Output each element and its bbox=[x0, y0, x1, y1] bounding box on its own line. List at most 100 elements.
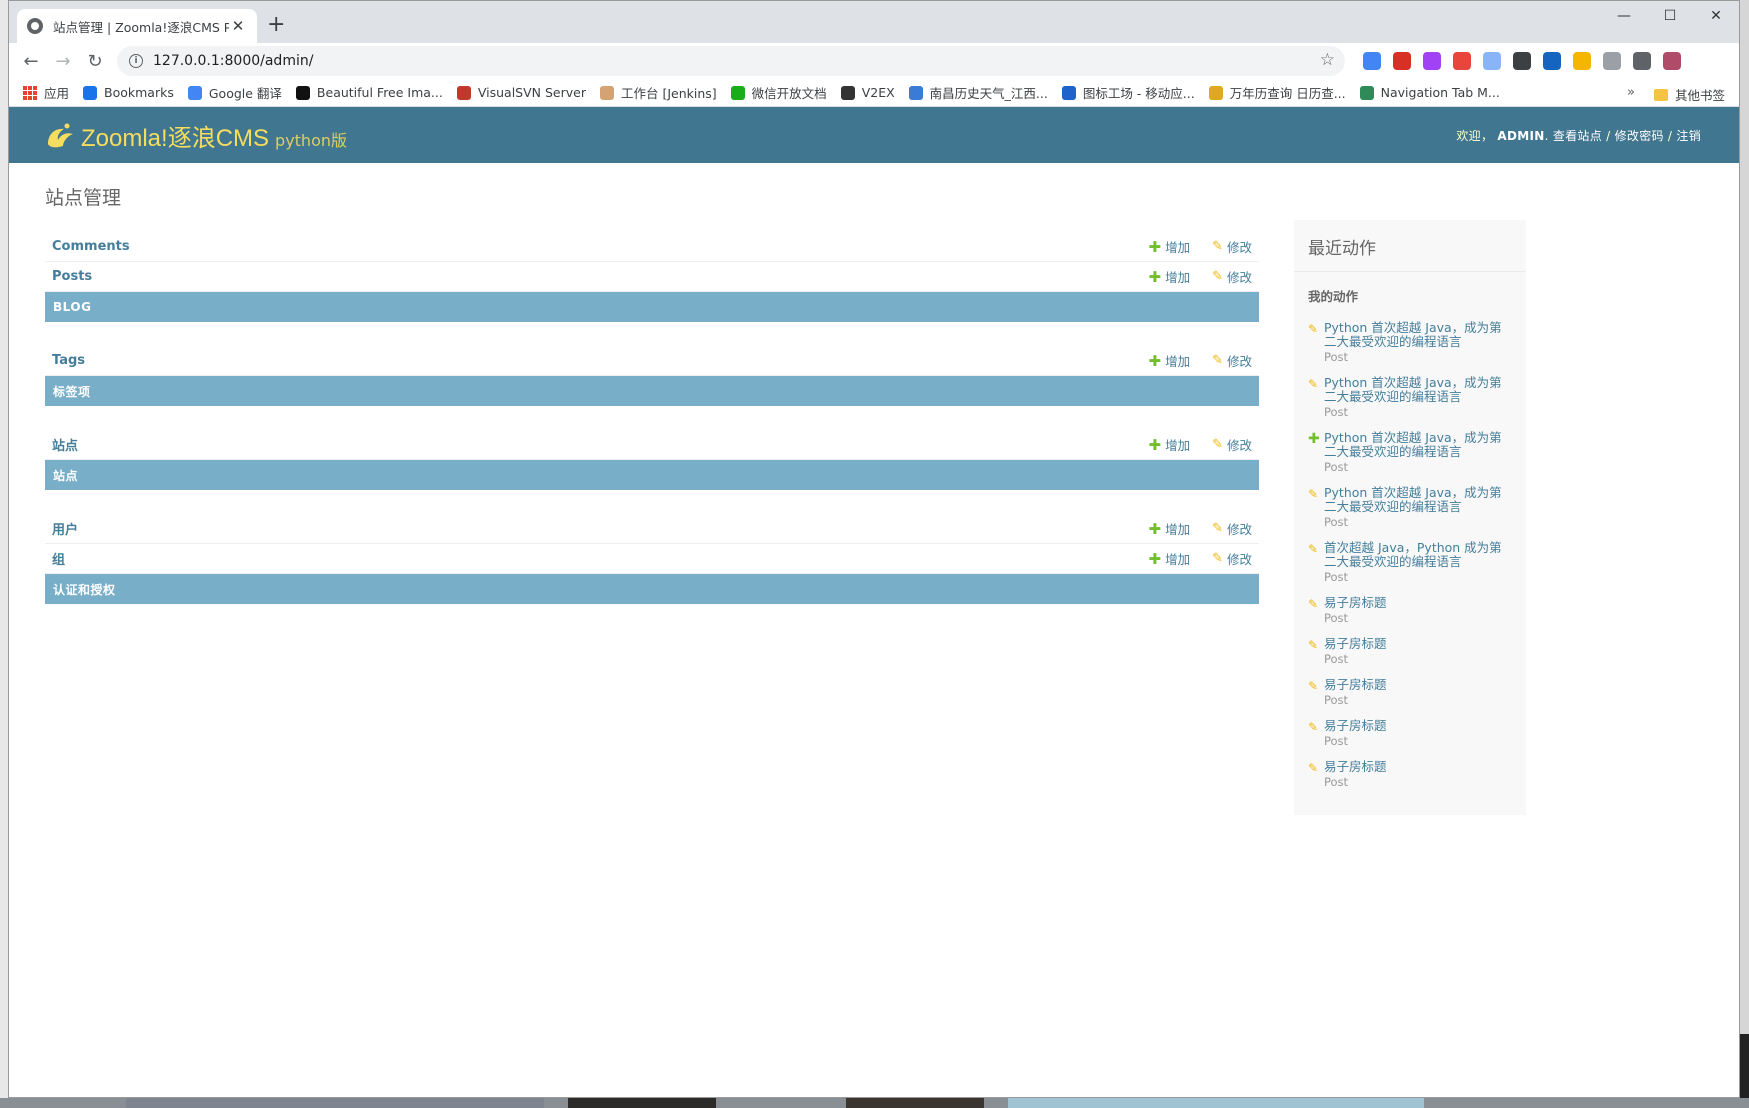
add-model-link[interactable]: ✚ 增加 bbox=[1148, 351, 1190, 370]
change-password-link[interactable]: 修改密码 bbox=[1615, 129, 1664, 143]
logout-link[interactable]: 注销 bbox=[1676, 129, 1701, 143]
extension-icon-2[interactable] bbox=[1393, 52, 1411, 70]
bookmark-item[interactable]: VisualSVN Server bbox=[456, 85, 586, 100]
app-caption[interactable]: 站点 bbox=[45, 460, 1259, 490]
add-model-link[interactable]: ✚ 增加 bbox=[1148, 237, 1190, 256]
plus-icon: ✚ bbox=[1148, 267, 1162, 286]
recent-action-link[interactable]: Python 首次超越 Java，成为第二大最受欢迎的编程语言 bbox=[1324, 431, 1512, 459]
close-tab-icon[interactable]: ✕ bbox=[229, 17, 247, 35]
window-controls: — ☐ ✕ bbox=[1601, 1, 1739, 31]
extension-icon-11[interactable] bbox=[1663, 52, 1681, 70]
bookmark-item[interactable]: Bookmarks bbox=[83, 85, 174, 100]
change-model-link[interactable]: ✎ 修改 bbox=[1212, 237, 1252, 256]
back-button[interactable]: ← bbox=[15, 45, 47, 77]
bookmark-label: VisualSVN Server bbox=[477, 85, 586, 100]
extension-icon-3[interactable] bbox=[1423, 52, 1441, 70]
close-window-button[interactable]: ✕ bbox=[1693, 1, 1739, 31]
recent-action-link[interactable]: 易子房标题 bbox=[1324, 596, 1387, 610]
bookmark-item[interactable]: 图标工场 - 移动应... bbox=[1061, 83, 1195, 102]
other-bookmarks[interactable]: 其他书签 bbox=[1653, 85, 1725, 104]
change-label: 修改 bbox=[1226, 522, 1252, 537]
reload-button[interactable]: ↻ bbox=[79, 45, 111, 77]
extension-icon-9[interactable] bbox=[1603, 52, 1621, 70]
recent-action-link[interactable]: 首次超越 Java，Python 成为第二大最受欢迎的编程语言 bbox=[1324, 541, 1512, 569]
url-text[interactable]: 127.0.0.1:8000/admin/ bbox=[153, 53, 313, 69]
bookmark-apps[interactable]: 应用 bbox=[23, 83, 69, 102]
add-model-link[interactable]: ✚ 增加 bbox=[1148, 267, 1190, 286]
add-label: 增加 bbox=[1165, 240, 1191, 255]
active-tab[interactable]: 站点管理 | Zoomla!逐浪CMS Py ✕ bbox=[17, 9, 257, 43]
app-caption[interactable]: 认证和授权 bbox=[45, 574, 1259, 604]
recent-action-link[interactable]: Python 首次超越 Java，成为第二大最受欢迎的编程语言 bbox=[1324, 376, 1512, 404]
pencil-icon: ✎ bbox=[1308, 542, 1319, 556]
tab-strip: 站点管理 | Zoomla!逐浪CMS Py ✕ + — ☐ ✕ bbox=[9, 1, 1739, 43]
recent-action-type: Post bbox=[1324, 611, 1349, 625]
jenkins-icon bbox=[599, 85, 614, 100]
pencil-icon: ✎ bbox=[1212, 521, 1223, 536]
bookmark-item[interactable]: 工作台 [Jenkins] bbox=[599, 83, 717, 102]
bookmark-item[interactable]: 微信开放文档 bbox=[730, 83, 827, 102]
rh-icon bbox=[1061, 85, 1076, 100]
bookmark-item[interactable]: Google 翻译 bbox=[187, 83, 282, 102]
globe-icon bbox=[27, 18, 43, 34]
calendar-icon bbox=[1208, 85, 1223, 100]
bookmark-item[interactable]: Beautiful Free Ima... bbox=[295, 85, 443, 100]
bookmark-item[interactable]: V2EX bbox=[840, 85, 895, 100]
add-model-link[interactable]: ✚ 增加 bbox=[1148, 435, 1190, 454]
app-module: 用户 ✚ 增加 ✎ 修改组 ✚ 增加 ✎ 修改 认证和授权 bbox=[45, 514, 1259, 604]
bookmark-item[interactable]: Navigation Tab M... bbox=[1359, 85, 1500, 100]
recent-actions-panel: 最近动作 我的动作 ✎ Python 首次超越 Java，成为第二大最受欢迎的编程… bbox=[1294, 220, 1526, 815]
recent-action-link[interactable]: 易子房标题 bbox=[1324, 719, 1387, 733]
extension-icon-1[interactable] bbox=[1363, 52, 1381, 70]
model-link[interactable]: Comments bbox=[52, 239, 1126, 254]
desktop-background bbox=[0, 1098, 1749, 1108]
extension-icon-10[interactable] bbox=[1633, 52, 1651, 70]
change-model-link[interactable]: ✎ 修改 bbox=[1212, 351, 1252, 370]
recent-action-link[interactable]: Python 首次超越 Java，成为第二大最受欢迎的编程语言 bbox=[1324, 486, 1512, 514]
minimize-button[interactable]: — bbox=[1601, 1, 1647, 31]
change-model-link[interactable]: ✎ 修改 bbox=[1212, 549, 1252, 568]
forward-button[interactable]: → bbox=[47, 45, 79, 77]
bookmark-item[interactable]: 南昌历史天气_江西... bbox=[908, 83, 1048, 102]
site-branding[interactable]: Zoomla!逐浪CMS python版 bbox=[45, 118, 347, 153]
add-model-link[interactable]: ✚ 增加 bbox=[1148, 549, 1190, 568]
model-row: 组 ✚ 增加 ✎ 修改 bbox=[45, 544, 1259, 574]
extension-icon-5[interactable] bbox=[1483, 52, 1501, 70]
model-link[interactable]: 站点 bbox=[52, 435, 1126, 454]
new-tab-button[interactable]: + bbox=[267, 13, 285, 37]
bookmark-item[interactable]: 万年历查询 日历查... bbox=[1208, 83, 1346, 102]
pencil-icon: ✎ bbox=[1212, 269, 1223, 284]
change-model-link[interactable]: ✎ 修改 bbox=[1212, 435, 1252, 454]
extension-icon-6[interactable] bbox=[1513, 52, 1531, 70]
site-info-icon[interactable]: i bbox=[129, 54, 143, 68]
recent-action-link[interactable]: 易子房标题 bbox=[1324, 678, 1387, 692]
change-model-link[interactable]: ✎ 修改 bbox=[1212, 519, 1252, 538]
recent-action-link[interactable]: 易子房标题 bbox=[1324, 637, 1387, 651]
extension-icon-8[interactable] bbox=[1573, 52, 1591, 70]
more-bookmarks-icon[interactable]: » bbox=[1627, 85, 1635, 100]
star-icon bbox=[83, 85, 98, 100]
bookmark-star-icon[interactable]: ☆ bbox=[1320, 50, 1335, 70]
model-link[interactable]: 用户 bbox=[52, 519, 1126, 538]
add-label: 增加 bbox=[1165, 438, 1191, 453]
extension-icon-7[interactable] bbox=[1543, 52, 1561, 70]
model-link[interactable]: 组 bbox=[52, 549, 1126, 568]
recent-action-link[interactable]: Python 首次超越 Java，成为第二大最受欢迎的编程语言 bbox=[1324, 321, 1512, 349]
address-bar[interactable]: i 127.0.0.1:8000/admin/ ☆ bbox=[117, 46, 1345, 76]
app-caption[interactable]: BLOG bbox=[45, 292, 1259, 322]
other-bookmarks-label: 其他书签 bbox=[1674, 88, 1725, 103]
recent-action-link[interactable]: 易子房标题 bbox=[1324, 760, 1387, 774]
model-link[interactable]: Posts bbox=[52, 269, 1126, 284]
page-title: 站点管理 bbox=[45, 187, 122, 209]
change-model-link[interactable]: ✎ 修改 bbox=[1212, 267, 1252, 286]
view-site-link[interactable]: 查看站点 bbox=[1553, 129, 1602, 143]
bookmark-label: 图标工场 - 移动应... bbox=[1082, 86, 1195, 101]
add-model-link[interactable]: ✚ 增加 bbox=[1148, 519, 1190, 538]
bookmark-label: 工作台 [Jenkins] bbox=[620, 86, 717, 101]
app-caption[interactable]: 标签项 bbox=[45, 376, 1259, 406]
model-link[interactable]: Tags bbox=[52, 353, 1126, 368]
maximize-button[interactable]: ☐ bbox=[1647, 1, 1693, 31]
extension-icon-4[interactable] bbox=[1453, 52, 1471, 70]
pencil-icon: ✎ bbox=[1308, 679, 1319, 693]
plus-icon: ✚ bbox=[1148, 435, 1162, 454]
